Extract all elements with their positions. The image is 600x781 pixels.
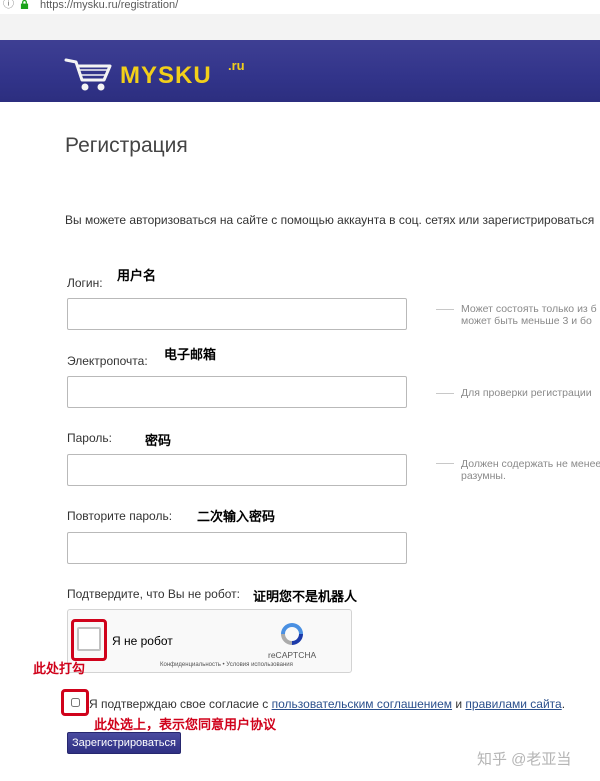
logo-tld: .ru: [228, 58, 245, 73]
login-input[interactable]: [67, 298, 407, 330]
hint-divider: [436, 393, 454, 394]
login-label: Логин:: [67, 276, 103, 290]
password-hint: Должен содержать не менее разумны.: [461, 458, 600, 482]
password-repeat-annotation: 二次输入密码: [197, 509, 276, 524]
agree-text: Я подтверждаю свое согласие с пользовате…: [89, 697, 566, 711]
login-hint: Может состоять только из б может быть ме…: [461, 303, 597, 327]
recaptcha-links[interactable]: Конфиденциальность • Условия использован…: [160, 662, 293, 668]
robot-label: Подтвердите, что Вы не робот:: [67, 587, 240, 601]
register-button[interactable]: Зарегистрироваться: [67, 732, 181, 754]
rules-link[interactable]: правилами сайта: [465, 697, 561, 711]
page-title: Регистрация: [65, 134, 188, 157]
address-bar[interactable]: ⓘ https://mysku.ru/registration/: [0, 0, 600, 15]
email-annotation: 电子邮箱: [164, 347, 217, 362]
captcha-highlight-box: [71, 619, 107, 661]
lock-icon: [20, 0, 29, 9]
cart-icon: [64, 58, 112, 91]
logo-text: MYSKU: [120, 62, 212, 89]
captcha-annotation: 此处打勾: [33, 661, 86, 676]
email-hint: Для проверки регистрации: [461, 387, 592, 399]
intro-text: Вы можете авторизоваться на сайте с помо…: [65, 213, 595, 227]
email-label: Электропочта:: [67, 354, 148, 368]
watermark: 知乎 @老亚当: [477, 751, 572, 768]
terms-link[interactable]: пользовательским соглашением: [272, 697, 452, 711]
info-icon[interactable]: ⓘ: [3, 0, 14, 10]
password-label: Пароль:: [67, 431, 112, 445]
recaptcha-label: Я не робот: [112, 634, 173, 648]
robot-annotation: 证明您不是机器人: [253, 589, 358, 604]
email-input[interactable]: [67, 376, 407, 408]
hint-divider: [436, 463, 454, 464]
recaptcha-brand: reCAPTCHA: [268, 650, 317, 660]
password-annotation: 密码: [145, 433, 172, 448]
login-annotation: 用户名: [117, 268, 157, 283]
password-repeat-input[interactable]: [67, 532, 407, 564]
hint-divider: [436, 309, 454, 310]
agree-annotation: 此处选上，表示您同意用户协议: [94, 717, 277, 732]
recaptcha-widget: Я не робот reCAPTCHA Конфиденциальность …: [67, 609, 352, 673]
password-repeat-label: Повторите пароль:: [67, 509, 173, 523]
url-text[interactable]: https://mysku.ru/registration/: [40, 0, 178, 11]
password-input[interactable]: [67, 454, 407, 486]
agree-highlight-box: [61, 689, 89, 716]
site-header: MYSKU .ru: [0, 40, 600, 102]
recaptcha-logo-icon: [281, 623, 303, 645]
browser-chrome-gap: [0, 14, 600, 40]
